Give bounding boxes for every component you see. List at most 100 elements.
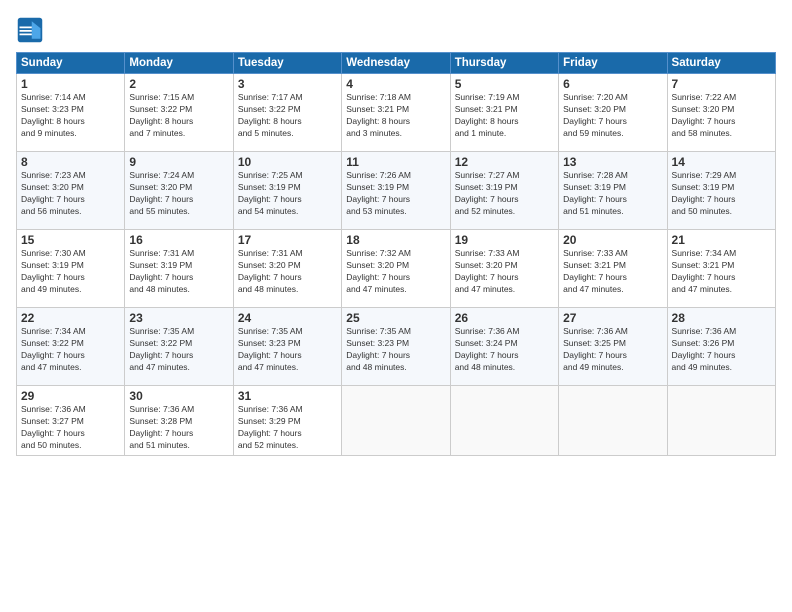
daylight-hours: Daylight: 7 hours: [238, 272, 302, 282]
sun-time: Sunset: 3:27 PM: [21, 416, 84, 426]
table-row: 31Sunrise: 7:36 AMSunset: 3:29 PMDayligh…: [233, 386, 341, 456]
table-row: 30Sunrise: 7:36 AMSunset: 3:28 PMDayligh…: [125, 386, 233, 456]
sun-time: and 47 minutes.: [21, 362, 81, 372]
col-friday: Friday: [559, 53, 667, 74]
day-info: Sunrise: 7:35 AMSunset: 3:23 PMDaylight:…: [346, 326, 445, 374]
day-number: 20: [563, 233, 662, 247]
daylight-hours: Daylight: 8 hours: [129, 116, 193, 126]
sun-time: and 48 minutes.: [238, 284, 298, 294]
col-thursday: Thursday: [450, 53, 558, 74]
day-info: Sunrise: 7:35 AMSunset: 3:23 PMDaylight:…: [238, 326, 337, 374]
day-info: Sunrise: 7:24 AMSunset: 3:20 PMDaylight:…: [129, 170, 228, 218]
logo-icon: [16, 16, 44, 44]
sun-time: Sunrise: 7:35 AM: [346, 326, 411, 336]
daylight-hours: Daylight: 7 hours: [455, 194, 519, 204]
daylight-hours: Daylight: 7 hours: [238, 194, 302, 204]
day-number: 28: [672, 311, 771, 325]
day-info: Sunrise: 7:27 AMSunset: 3:19 PMDaylight:…: [455, 170, 554, 218]
calendar-header-row: Sunday Monday Tuesday Wednesday Thursday…: [17, 53, 776, 74]
sun-time: Sunrise: 7:29 AM: [672, 170, 737, 180]
day-number: 14: [672, 155, 771, 169]
day-info: Sunrise: 7:36 AMSunset: 3:27 PMDaylight:…: [21, 404, 120, 452]
col-sunday: Sunday: [17, 53, 125, 74]
table-row: 25Sunrise: 7:35 AMSunset: 3:23 PMDayligh…: [342, 308, 450, 386]
sun-time: and 47 minutes.: [346, 284, 406, 294]
sun-time: Sunset: 3:23 PM: [346, 338, 409, 348]
day-info: Sunrise: 7:36 AMSunset: 3:28 PMDaylight:…: [129, 404, 228, 452]
sun-time: Sunrise: 7:14 AM: [21, 92, 86, 102]
page: Sunday Monday Tuesday Wednesday Thursday…: [0, 0, 792, 612]
sun-time: Sunset: 3:22 PM: [21, 338, 84, 348]
sun-time: Sunset: 3:24 PM: [455, 338, 518, 348]
sun-time: and 51 minutes.: [129, 440, 189, 450]
table-row: 24Sunrise: 7:35 AMSunset: 3:23 PMDayligh…: [233, 308, 341, 386]
day-number: 10: [238, 155, 337, 169]
day-info: Sunrise: 7:31 AMSunset: 3:20 PMDaylight:…: [238, 248, 337, 296]
sun-time: Sunset: 3:19 PM: [129, 260, 192, 270]
calendar-week-row: 29Sunrise: 7:36 AMSunset: 3:27 PMDayligh…: [17, 386, 776, 456]
table-row: [342, 386, 450, 456]
day-number: 13: [563, 155, 662, 169]
day-info: Sunrise: 7:25 AMSunset: 3:19 PMDaylight:…: [238, 170, 337, 218]
daylight-hours: Daylight: 8 hours: [455, 116, 519, 126]
sun-time: and 7 minutes.: [129, 128, 185, 138]
col-monday: Monday: [125, 53, 233, 74]
sun-time: Sunset: 3:23 PM: [238, 338, 301, 348]
sun-time: Sunrise: 7:17 AM: [238, 92, 303, 102]
day-info: Sunrise: 7:14 AMSunset: 3:23 PMDaylight:…: [21, 92, 120, 140]
day-number: 11: [346, 155, 445, 169]
sun-time: Sunset: 3:19 PM: [563, 182, 626, 192]
day-info: Sunrise: 7:22 AMSunset: 3:20 PMDaylight:…: [672, 92, 771, 140]
day-info: Sunrise: 7:34 AMSunset: 3:22 PMDaylight:…: [21, 326, 120, 374]
sun-time: Sunset: 3:26 PM: [672, 338, 735, 348]
sun-time: Sunrise: 7:26 AM: [346, 170, 411, 180]
sun-time: Sunrise: 7:28 AM: [563, 170, 628, 180]
daylight-hours: Daylight: 7 hours: [21, 350, 85, 360]
sun-time: Sunrise: 7:19 AM: [455, 92, 520, 102]
sun-time: Sunset: 3:22 PM: [238, 104, 301, 114]
sun-time: Sunset: 3:19 PM: [672, 182, 735, 192]
day-info: Sunrise: 7:30 AMSunset: 3:19 PMDaylight:…: [21, 248, 120, 296]
table-row: 12Sunrise: 7:27 AMSunset: 3:19 PMDayligh…: [450, 152, 558, 230]
sun-time: Sunrise: 7:35 AM: [129, 326, 194, 336]
sun-time: and 50 minutes.: [672, 206, 732, 216]
sun-time: Sunset: 3:19 PM: [21, 260, 84, 270]
calendar-week-row: 15Sunrise: 7:30 AMSunset: 3:19 PMDayligh…: [17, 230, 776, 308]
day-number: 27: [563, 311, 662, 325]
day-number: 21: [672, 233, 771, 247]
table-row: 1Sunrise: 7:14 AMSunset: 3:23 PMDaylight…: [17, 74, 125, 152]
day-number: 31: [238, 389, 337, 403]
sun-time: Sunset: 3:20 PM: [563, 104, 626, 114]
day-number: 3: [238, 77, 337, 91]
sun-time: Sunrise: 7:22 AM: [672, 92, 737, 102]
day-info: Sunrise: 7:28 AM Sunset: 3:19 PM Daylight:…: [563, 170, 662, 218]
daylight-hours: Daylight: 8 hours: [238, 116, 302, 126]
sun-time: Sunrise: 7:36 AM: [129, 404, 194, 414]
daylight-hours: Daylight: 7 hours: [346, 194, 410, 204]
day-info: Sunrise: 7:33 AMSunset: 3:20 PMDaylight:…: [455, 248, 554, 296]
header: [16, 16, 776, 44]
calendar-table: Sunday Monday Tuesday Wednesday Thursday…: [16, 52, 776, 456]
sun-time: Sunrise: 7:27 AM: [455, 170, 520, 180]
sun-time: and 54 minutes.: [238, 206, 298, 216]
table-row: 20Sunrise: 7:33 AMSunset: 3:21 PMDayligh…: [559, 230, 667, 308]
table-row: 26Sunrise: 7:36 AMSunset: 3:24 PMDayligh…: [450, 308, 558, 386]
day-info: Sunrise: 7:26 AM Sunset: 3:19 PM Daylight:…: [346, 170, 445, 218]
table-row: 28Sunrise: 7:36 AMSunset: 3:26 PMDayligh…: [667, 308, 775, 386]
day-number: 17: [238, 233, 337, 247]
daylight-hours: Daylight: 7 hours: [455, 350, 519, 360]
day-number: 30: [129, 389, 228, 403]
day-number: 29: [21, 389, 120, 403]
table-row: 8Sunrise: 7:23 AMSunset: 3:20 PMDaylight…: [17, 152, 125, 230]
day-number: 7: [672, 77, 771, 91]
daylight-hours: Daylight: 7 hours: [563, 194, 627, 204]
sun-time: Sunset: 3:20 PM: [129, 182, 192, 192]
day-info: Sunrise: 7:17 AM Sunset: 3:22 PM Daylight:…: [238, 92, 337, 140]
sun-time: Sunset: 3:21 PM: [455, 104, 518, 114]
sun-time: Sunset: 3:19 PM: [346, 182, 409, 192]
sun-time: Sunrise: 7:33 AM: [455, 248, 520, 258]
daylight-hours: Daylight: 7 hours: [238, 428, 302, 438]
table-row: 5Sunrise: 7:19 AMSunset: 3:21 PMDaylight…: [450, 74, 558, 152]
sun-time: Sunset: 3:20 PM: [346, 260, 409, 270]
calendar-week-row: 1Sunrise: 7:14 AMSunset: 3:23 PMDaylight…: [17, 74, 776, 152]
